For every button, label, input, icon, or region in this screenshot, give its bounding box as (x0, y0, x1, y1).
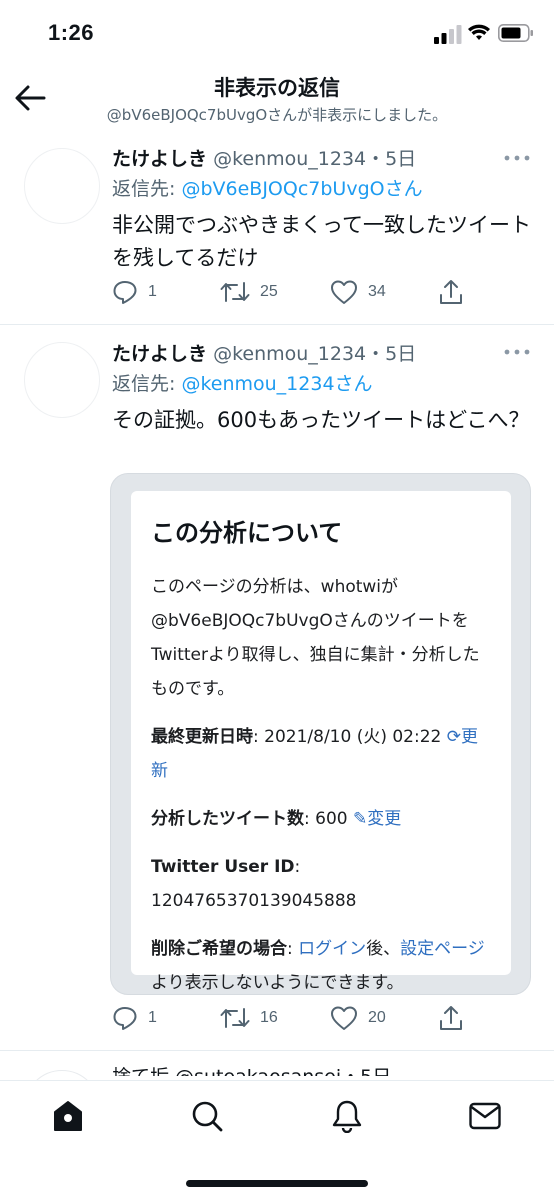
share-button[interactable] (438, 277, 474, 307)
reply-icon (113, 281, 137, 304)
more-options-icon[interactable] (502, 347, 532, 357)
attached-image[interactable]: この分析について このページの分析は、whotwiが@bV6eBJOQc7bUv… (110, 473, 531, 995)
card-body: このページの分析は、whotwiが@bV6eBJOQc7bUvgOさんのツイート… (151, 577, 480, 699)
reply-to-link[interactable]: @kenmou_1234さん (181, 373, 372, 395)
updated-label: 最終更新日時 (151, 727, 253, 747)
delete-sep: : (287, 939, 299, 959)
author-handle[interactable]: @kenmou_1234 (213, 148, 366, 170)
card-updated-row: 最終更新日時: 2021/8/10 (火) 02:22 ⟳更新 (151, 720, 491, 788)
home-indicator (186, 1180, 368, 1187)
share-icon (440, 280, 462, 304)
userid-label: Twitter User ID (151, 857, 295, 877)
reply-count: 1 (148, 1009, 157, 1026)
analysis-card: この分析について このページの分析は、whotwiが@bV6eBJOQc7bUv… (131, 491, 511, 993)
retweet-button[interactable]: 25 (220, 277, 278, 307)
delete-label: 削除ご希望の場合 (151, 939, 287, 959)
retweet-count: 25 (260, 283, 278, 300)
retweet-icon (220, 282, 250, 302)
delete-tail: より表示しないようにできます。 (151, 973, 404, 993)
tweet-actions: 1 25 34 (112, 277, 532, 307)
divider (0, 324, 554, 325)
card-userid-row: Twitter User ID: 1204765370139045888 (151, 850, 491, 918)
updated-value: : 2021/8/10 (火) 02:22 (253, 727, 442, 747)
share-button[interactable] (438, 1003, 474, 1033)
retweet-button[interactable]: 16 (220, 1003, 278, 1033)
more-options-icon[interactable] (502, 153, 532, 163)
like-button[interactable]: 34 (330, 277, 386, 307)
delete-mid: 後、 (366, 939, 401, 959)
status-bar: 1:26 (0, 0, 554, 64)
card-title: この分析について (151, 519, 343, 547)
search-icon[interactable] (190, 1099, 224, 1133)
like-button[interactable]: 20 (330, 1003, 386, 1033)
page-title: 非表示の返信 (214, 76, 340, 100)
like-count: 34 (368, 283, 386, 300)
author-handle[interactable]: @kenmou_1234 (213, 343, 366, 365)
status-time: 1:26 (48, 20, 95, 45)
card-count-row: 分析したツイート数: 600 ✎変更 (151, 802, 491, 836)
reply-button[interactable]: 1 (112, 1003, 157, 1033)
tweet-actions: 1 16 20 (112, 1003, 532, 1033)
header: 非表示の返信 @bV6eBJOQc7bUvgOさんが非表示にしました。 (0, 64, 554, 128)
tweet-header: たけよしき @kenmou_1234・5日 (112, 144, 416, 171)
tweet-time: ・5日 (366, 343, 417, 365)
settings-link: 設定ページ (400, 939, 485, 959)
change-label: 変更 (367, 809, 402, 829)
like-count: 20 (368, 1009, 386, 1026)
avatar[interactable] (24, 342, 100, 418)
change-link: ✎変更 (353, 809, 402, 829)
author-name[interactable]: たけよしき (112, 343, 207, 365)
tweet-text: その証拠。600もあったツイートはどこへ？ (112, 408, 530, 432)
retweet-count: 16 (260, 1009, 278, 1026)
reply-to-link[interactable]: @bV6eBJOQc7bUvgOさん (181, 178, 422, 200)
reply-to: 返信先: @bV6eBJOQc7bUvgOさん (112, 174, 423, 201)
heart-icon (331, 280, 357, 304)
page-subtitle: @bV6eBJOQc7bUvgOさんが非表示にしました。 (106, 106, 448, 124)
reply-to: 返信先: @kenmou_1234さん (112, 369, 373, 396)
tweet-text: 非公開でつぶやきまくって一致したツイートを残してるだけ (112, 213, 531, 270)
avatar[interactable] (24, 148, 100, 224)
reply-icon (113, 1007, 137, 1030)
cellular-signal-icon (434, 25, 462, 44)
home-icon[interactable] (51, 1099, 85, 1133)
reply-to-prefix: 返信先: (112, 178, 182, 200)
reply-to-prefix: 返信先: (112, 373, 182, 395)
count-value: : 600 (304, 809, 348, 829)
reply-count: 1 (148, 283, 157, 300)
card-delete-row: 削除ご希望の場合: ログイン後、設定ページより表示しないようにできます。 (151, 932, 491, 1000)
battery-icon (498, 24, 533, 42)
divider (0, 1050, 554, 1051)
tweet-time: ・5日 (366, 148, 417, 170)
notifications-icon[interactable] (330, 1099, 364, 1133)
reply-button[interactable]: 1 (112, 277, 157, 307)
messages-icon[interactable] (468, 1099, 502, 1133)
retweet-icon (220, 1008, 250, 1028)
count-label: 分析したツイート数 (151, 809, 304, 829)
partial-tweet-header: 捨て垢 @sutеakaosansei・5日 (112, 1062, 391, 1076)
wifi-icon (468, 24, 490, 40)
login-link: ログイン (298, 939, 367, 959)
share-icon (440, 1006, 462, 1030)
tweet-header: たけよしき @kenmou_1234・5日 (112, 339, 416, 366)
author-name[interactable]: たけよしき (112, 148, 207, 170)
heart-icon (331, 1006, 357, 1030)
